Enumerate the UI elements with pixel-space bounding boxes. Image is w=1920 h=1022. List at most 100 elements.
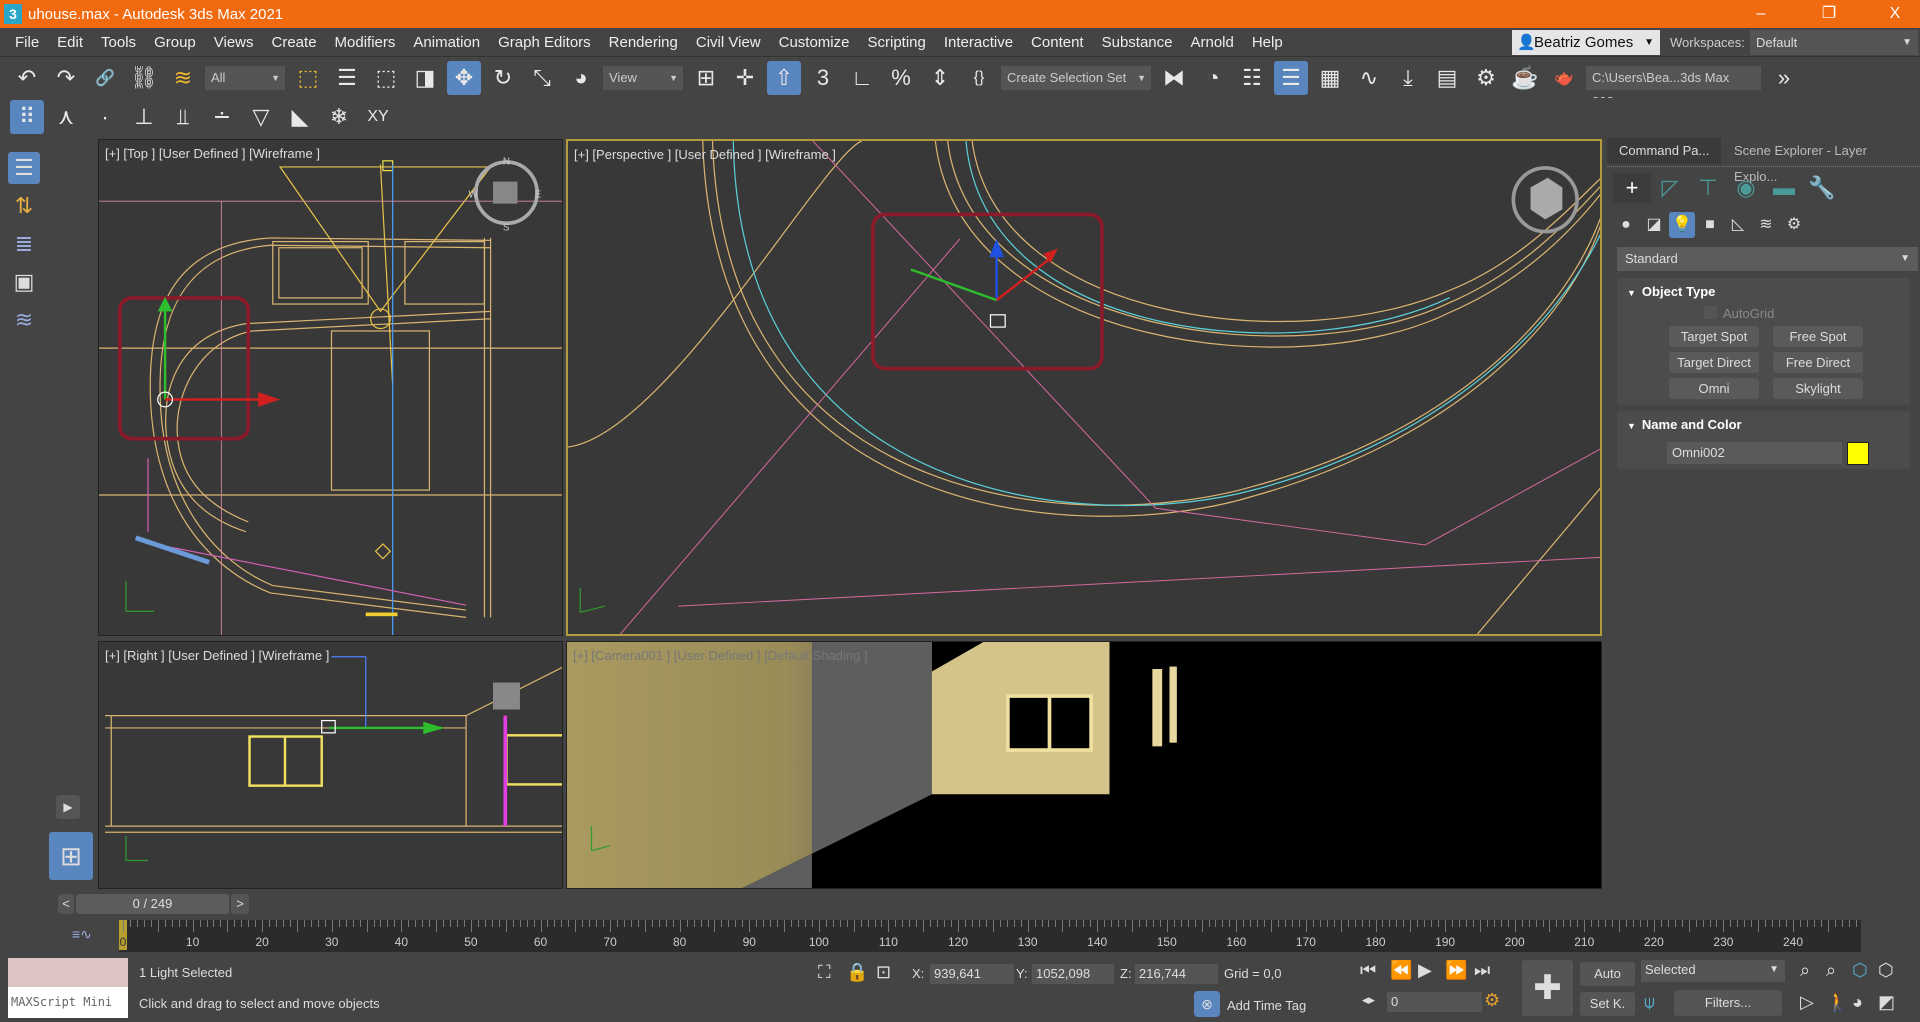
schematic-view-icon[interactable]: ⤓ <box>1391 61 1425 95</box>
selection-lock-icon[interactable]: 🔒 <box>846 962 868 983</box>
select-icon[interactable]: ▣ <box>8 266 40 298</box>
selection-filter-dropdown[interactable]: All <box>205 65 285 90</box>
workspace-dropdown[interactable]: Default ▼ <box>1750 30 1918 55</box>
walk-through-icon[interactable]: 🚶 <box>1826 992 1848 1013</box>
expand-arrow-icon[interactable]: ▶ <box>56 795 80 819</box>
menu-scripting[interactable]: Scripting <box>867 34 925 51</box>
layer-add-icon[interactable]: ⇅ <box>8 190 40 222</box>
user-account-button[interactable]: 👤 Beatriz Gomes ▼ <box>1512 30 1660 55</box>
object-subcategory-dropdown[interactable]: Standard ▼ <box>1617 247 1918 271</box>
snap-edge-icon[interactable]: ⫫ <box>166 100 200 134</box>
rendered-frame-window-icon[interactable]: ☕ <box>1508 61 1542 95</box>
z-coordinate-field[interactable]: 216,744 <box>1135 964 1218 984</box>
spinner-snap-icon[interactable]: ⇕ <box>923 61 957 95</box>
motion-icon[interactable]: ◉ <box>1727 173 1765 203</box>
zoom-icon[interactable]: ⌕ <box>1800 960 1810 981</box>
snap-freeze-icon[interactable]: ❄ <box>322 100 356 134</box>
named-selection-sets-dropdown[interactable]: Create Selection Set <box>1001 65 1151 90</box>
select-and-scale-icon[interactable]: ⤡ <box>525 61 559 95</box>
render-setup-icon[interactable]: ⚙ <box>1469 61 1503 95</box>
go-to-start-icon[interactable]: ⏮ <box>1360 960 1376 981</box>
hierarchy-icon[interactable]: ⊤ <box>1689 173 1727 203</box>
y-coordinate-field[interactable]: 1052,098 <box>1032 964 1114 984</box>
geometry-icon[interactable]: ● <box>1613 212 1639 238</box>
next-frame-button[interactable]: > <box>231 894 249 914</box>
cameras-icon[interactable]: ■ <box>1697 212 1723 238</box>
utilities-icon[interactable]: 🔧 <box>1803 173 1841 203</box>
menu-civil-view[interactable]: Civil View <box>696 34 761 51</box>
current-frame-field[interactable]: 0 <box>1387 992 1482 1012</box>
object-name-input[interactable]: Omni002 <box>1667 442 1842 464</box>
layer-stack-icon[interactable]: ≋ <box>8 304 40 336</box>
key-mode-icon[interactable]: ⍦ <box>1644 992 1655 1013</box>
orbit-icon[interactable]: ◕ <box>1852 992 1863 1013</box>
key-filter-dropdown[interactable]: Selected ▼ <box>1641 960 1785 982</box>
menu-tools[interactable]: Tools <box>101 34 136 51</box>
menu-graph-editors[interactable]: Graph Editors <box>498 34 591 51</box>
project-path-dropdown[interactable]: C:\Users\Bea...3ds Max 202: <box>1586 65 1761 114</box>
next-key-icon[interactable]: ⏩ <box>1445 960 1467 981</box>
select-and-place-icon[interactable]: ◕ <box>564 61 598 95</box>
reference-coordinate-dropdown[interactable]: View <box>603 65 683 90</box>
time-configuration-icon[interactable]: ⚙ <box>1484 990 1500 1011</box>
select-and-rotate-icon[interactable]: ↻ <box>486 61 520 95</box>
set-key-icon[interactable]: ✚ <box>1522 960 1573 1016</box>
pivot-center-icon[interactable]: ⊞ <box>689 61 723 95</box>
align-icon[interactable]: ◔ <box>1196 61 1230 95</box>
menu-animation[interactable]: Animation <box>413 34 480 51</box>
mirror-icon[interactable]: ⧓ <box>1157 61 1191 95</box>
curve-editor-icon[interactable]: ∿ <box>1352 61 1386 95</box>
shapes-icon[interactable]: ◪ <box>1641 212 1667 238</box>
layers-icon[interactable]: ≣ <box>8 228 40 260</box>
select-object-icon[interactable]: ⬚ <box>291 61 325 95</box>
snap-bounding-box-icon[interactable]: ◣ <box>283 100 317 134</box>
restore-button[interactable]: ❐ <box>1806 0 1852 28</box>
lights-icon[interactable]: 💡 <box>1669 212 1695 238</box>
select-manipulate-icon[interactable]: ✛ <box>728 61 762 95</box>
percent-snap-icon[interactable]: % <box>884 61 918 95</box>
viewport-label[interactable]: [+] [Top ] [User Defined ] [Wireframe ] <box>105 146 320 161</box>
render-production-icon[interactable]: 🫖 <box>1547 61 1581 95</box>
menu-substance[interactable]: Substance <box>1102 34 1173 51</box>
snap-xy-constraint-icon[interactable]: XY <box>361 100 395 134</box>
snap-midpoint-icon[interactable]: ⊥ <box>127 100 161 134</box>
menu-arnold[interactable]: Arnold <box>1190 34 1233 51</box>
free-spot-button[interactable]: Free Spot <box>1773 326 1863 347</box>
skylight-button[interactable]: Skylight <box>1773 378 1863 399</box>
layer-explorer-toggle-icon[interactable]: ☰ <box>1274 60 1308 95</box>
target-direct-button[interactable]: Target Direct <box>1669 352 1759 373</box>
previous-frame-button[interactable]: < <box>58 894 74 914</box>
space-warps-icon[interactable]: ≋ <box>1753 212 1779 238</box>
viewport-label[interactable]: [+] [Right ] [User Defined ] [Wireframe … <box>105 648 329 663</box>
menu-help[interactable]: Help <box>1252 34 1283 51</box>
select-and-move-icon[interactable]: ✥ <box>447 60 481 95</box>
modify-icon[interactable]: ◸ <box>1651 173 1689 203</box>
snap-grid-points-icon[interactable]: ⠿ <box>10 100 44 134</box>
redo-icon[interactable]: ↷ <box>49 61 83 95</box>
snap-vertex-icon[interactable]: ⋏ <box>49 100 83 134</box>
scene-explorer-toggle-icon[interactable]: ☷ <box>1235 61 1269 95</box>
viewport-camera[interactable]: [+] [Camera001 ] [User Defined ] [Defaul… <box>566 641 1602 889</box>
minimize-button[interactable]: – <box>1738 0 1784 28</box>
snaps-toggle-icon[interactable]: 3 <box>806 61 840 95</box>
helpers-icon[interactable]: ◺ <box>1725 212 1751 238</box>
rollout-header[interactable]: ▼ Object Type <box>1627 284 1715 299</box>
rollout-header[interactable]: ▼ Name and Color <box>1627 417 1742 432</box>
key-filters-button[interactable]: Filters... <box>1674 990 1782 1016</box>
add-time-tag-button[interactable]: Add Time Tag <box>1227 998 1306 1013</box>
go-to-end-icon[interactable]: ⏭ <box>1474 960 1490 981</box>
snap-face-icon[interactable]: ∸ <box>205 100 239 134</box>
tab-scene-explorer[interactable]: Scene Explorer - Layer Explo... <box>1722 138 1920 184</box>
undo-icon[interactable]: ↶ <box>10 61 44 95</box>
viewport-right[interactable]: [+] [Right ] [User Defined ] [Wireframe … <box>98 641 563 889</box>
track-bar[interactable]: 0 10 20 30 40 50 60 70 80 90 100 110 120 130 140 150 16… <box>119 920 1861 952</box>
curve-editor-toggle-icon[interactable]: ≡∿ <box>72 926 92 943</box>
menu-customize[interactable]: Customize <box>779 34 850 51</box>
menu-modifiers[interactable]: Modifiers <box>335 34 396 51</box>
maxscript-mini-input[interactable]: MAXScript Mini <box>8 987 128 1018</box>
menu-rendering[interactable]: Rendering <box>609 34 678 51</box>
ribbon-toggle-icon[interactable]: ▦ <box>1313 61 1347 95</box>
zoom-extents-all-icon[interactable]: ⬡ <box>1878 960 1894 981</box>
menu-create[interactable]: Create <box>272 34 317 51</box>
play-icon[interactable]: ▶ <box>1418 960 1432 981</box>
